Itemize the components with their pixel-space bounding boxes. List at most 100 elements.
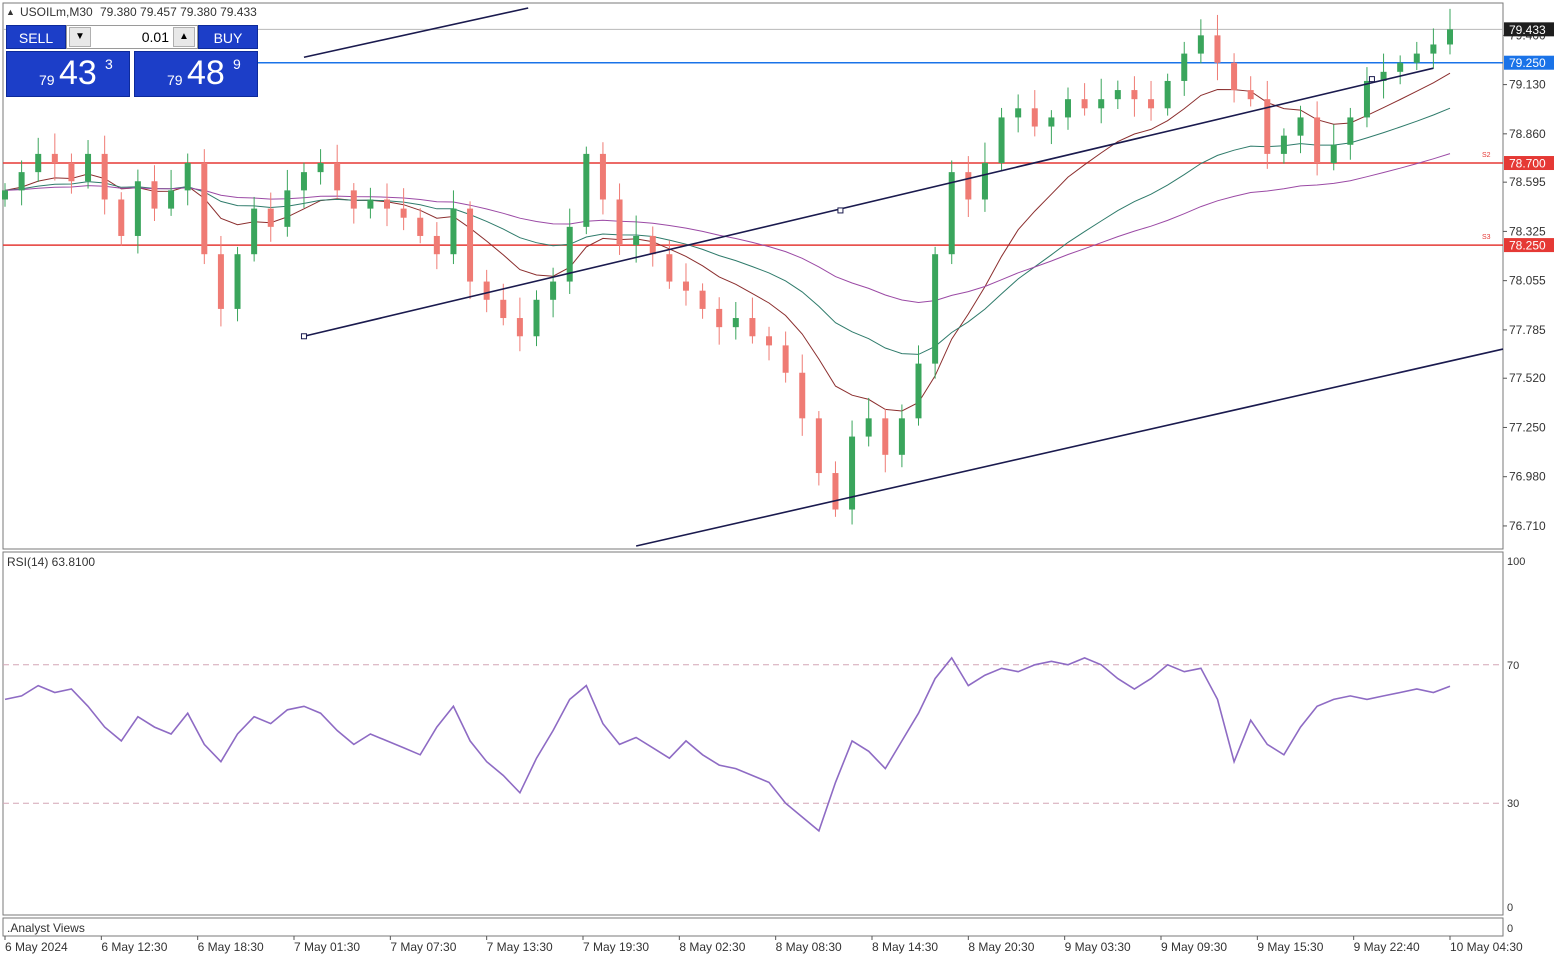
sell-button[interactable]: SELL (6, 25, 66, 49)
candle-body (433, 235, 440, 255)
time-tick-label: 8 May 08:30 (776, 940, 842, 954)
time-tick-label: 8 May 02:30 (679, 940, 745, 954)
support-tag-s2: S2 (1482, 152, 1491, 159)
price-tick-label: 76.710 (1509, 519, 1546, 533)
candle-body (201, 163, 208, 255)
candle-body (915, 363, 922, 419)
candle-body (1164, 80, 1171, 109)
candle-body (533, 299, 540, 337)
time-tick-label: 7 May 07:30 (390, 940, 456, 954)
candle-body (350, 190, 357, 209)
time-tick-label: 8 May 20:30 (968, 940, 1034, 954)
candle-body (118, 199, 125, 236)
channel-lower-line (635, 348, 1504, 547)
time-tick-label: 6 May 18:30 (198, 940, 264, 954)
candle-body (51, 153, 58, 164)
ma-fast-line (4, 72, 1451, 412)
candle-body (300, 172, 307, 191)
candle-body (732, 318, 739, 328)
candle-body (832, 473, 839, 510)
symbol-triangle-icon: ▲ (6, 7, 15, 17)
channel-anchor-handle (837, 207, 844, 214)
time-tick-label: 9 May 22:40 (1354, 940, 1420, 954)
candle-body (168, 190, 175, 209)
candle-body (749, 318, 756, 337)
time-tick-label: 6 May 2024 (5, 940, 68, 954)
candle-body (583, 153, 590, 227)
channel-upper-line (303, 7, 529, 59)
price-tick-label: 77.785 (1509, 323, 1546, 337)
time-tick-label: 7 May 13:30 (487, 940, 553, 954)
support-tag-s3: S3 (1482, 234, 1491, 241)
lot-increase-icon[interactable]: ▲ (173, 27, 195, 47)
candle-body (1363, 80, 1370, 118)
candle-body (766, 336, 773, 346)
candle-body (516, 318, 523, 337)
buy-price-main: 48 (187, 54, 225, 92)
candle-body (699, 290, 706, 309)
symbol-label: USOILm,M30 (20, 5, 93, 19)
candle-body (599, 153, 606, 200)
candle-body (85, 153, 92, 182)
candle-body (1148, 99, 1155, 109)
candle-body (1081, 99, 1088, 109)
price-tick-label: 76.980 (1509, 470, 1546, 484)
rsi-tick-label: 70 (1507, 660, 1519, 672)
candle-body (151, 181, 158, 209)
candle-body (450, 208, 457, 255)
lot-decrease-icon[interactable]: ▼ (69, 27, 91, 47)
candle-body (68, 163, 75, 182)
candle-body (1131, 90, 1138, 100)
candle-body (251, 208, 258, 255)
candle-body (334, 163, 341, 191)
time-tick-label: 9 May 09:30 (1161, 940, 1227, 954)
candle-body (1430, 44, 1437, 54)
candle-body (1347, 117, 1354, 145)
candle-body (18, 172, 25, 191)
candle-body (1197, 35, 1204, 54)
candle-body (616, 199, 623, 246)
candle-body (1297, 117, 1304, 136)
buy-button[interactable]: BUY (198, 25, 258, 49)
candle-body (882, 418, 889, 455)
buy-price-fraction: 9 (233, 56, 241, 72)
rsi-tick-label: 100 (1507, 556, 1525, 568)
time-tick-label: 7 May 01:30 (294, 940, 360, 954)
candle-body (217, 254, 224, 309)
buy-price-box[interactable]: 79 48 9 (134, 51, 258, 97)
time-tick-label: 6 May 12:30 (101, 940, 167, 954)
candle-body (965, 172, 972, 200)
lot-size-input[interactable] (93, 26, 171, 48)
candle-body (1214, 35, 1221, 63)
alert-price-tag: 79.250 (1509, 56, 1546, 70)
candle-body (500, 299, 507, 319)
price-tick-label: 78.595 (1509, 175, 1546, 189)
candle-body (782, 345, 789, 373)
candle-body (948, 172, 955, 255)
candle-body (649, 235, 656, 255)
price-axis: 79.40079.13078.86078.59578.32578.05577.7… (1503, 28, 1546, 533)
moving-averages (4, 72, 1451, 412)
candle-body (1247, 90, 1254, 100)
price-tick-label: 78.860 (1509, 127, 1546, 141)
candle-body (35, 153, 42, 173)
candle-body (317, 163, 324, 173)
chart-canvas[interactable]: ▲ USOILm,M30 79.380 79.457 79.380 79.433… (0, 0, 1560, 960)
rsi-pane[interactable] (2, 551, 1504, 916)
buy-price-prefix: 79 (167, 72, 183, 88)
s3-price-tag: 78.250 (1509, 239, 1546, 253)
candle-body (898, 418, 905, 455)
candle-body (483, 281, 490, 300)
candle-body (467, 208, 474, 282)
candle-body (1413, 53, 1420, 63)
channel-anchor-handle (300, 333, 307, 340)
ohlc-readout: 79.380 79.457 79.380 79.433 (100, 5, 257, 19)
candle-body (981, 163, 988, 200)
candle-body (815, 418, 822, 474)
candle-body (134, 181, 141, 236)
sell-price-box[interactable]: 79 43 3 (6, 51, 130, 97)
candle-body (849, 436, 856, 510)
analyst-pane (2, 917, 1504, 937)
price-tick-label: 78.055 (1509, 274, 1546, 288)
lot-size-control: ▼ ▲ (66, 25, 198, 49)
